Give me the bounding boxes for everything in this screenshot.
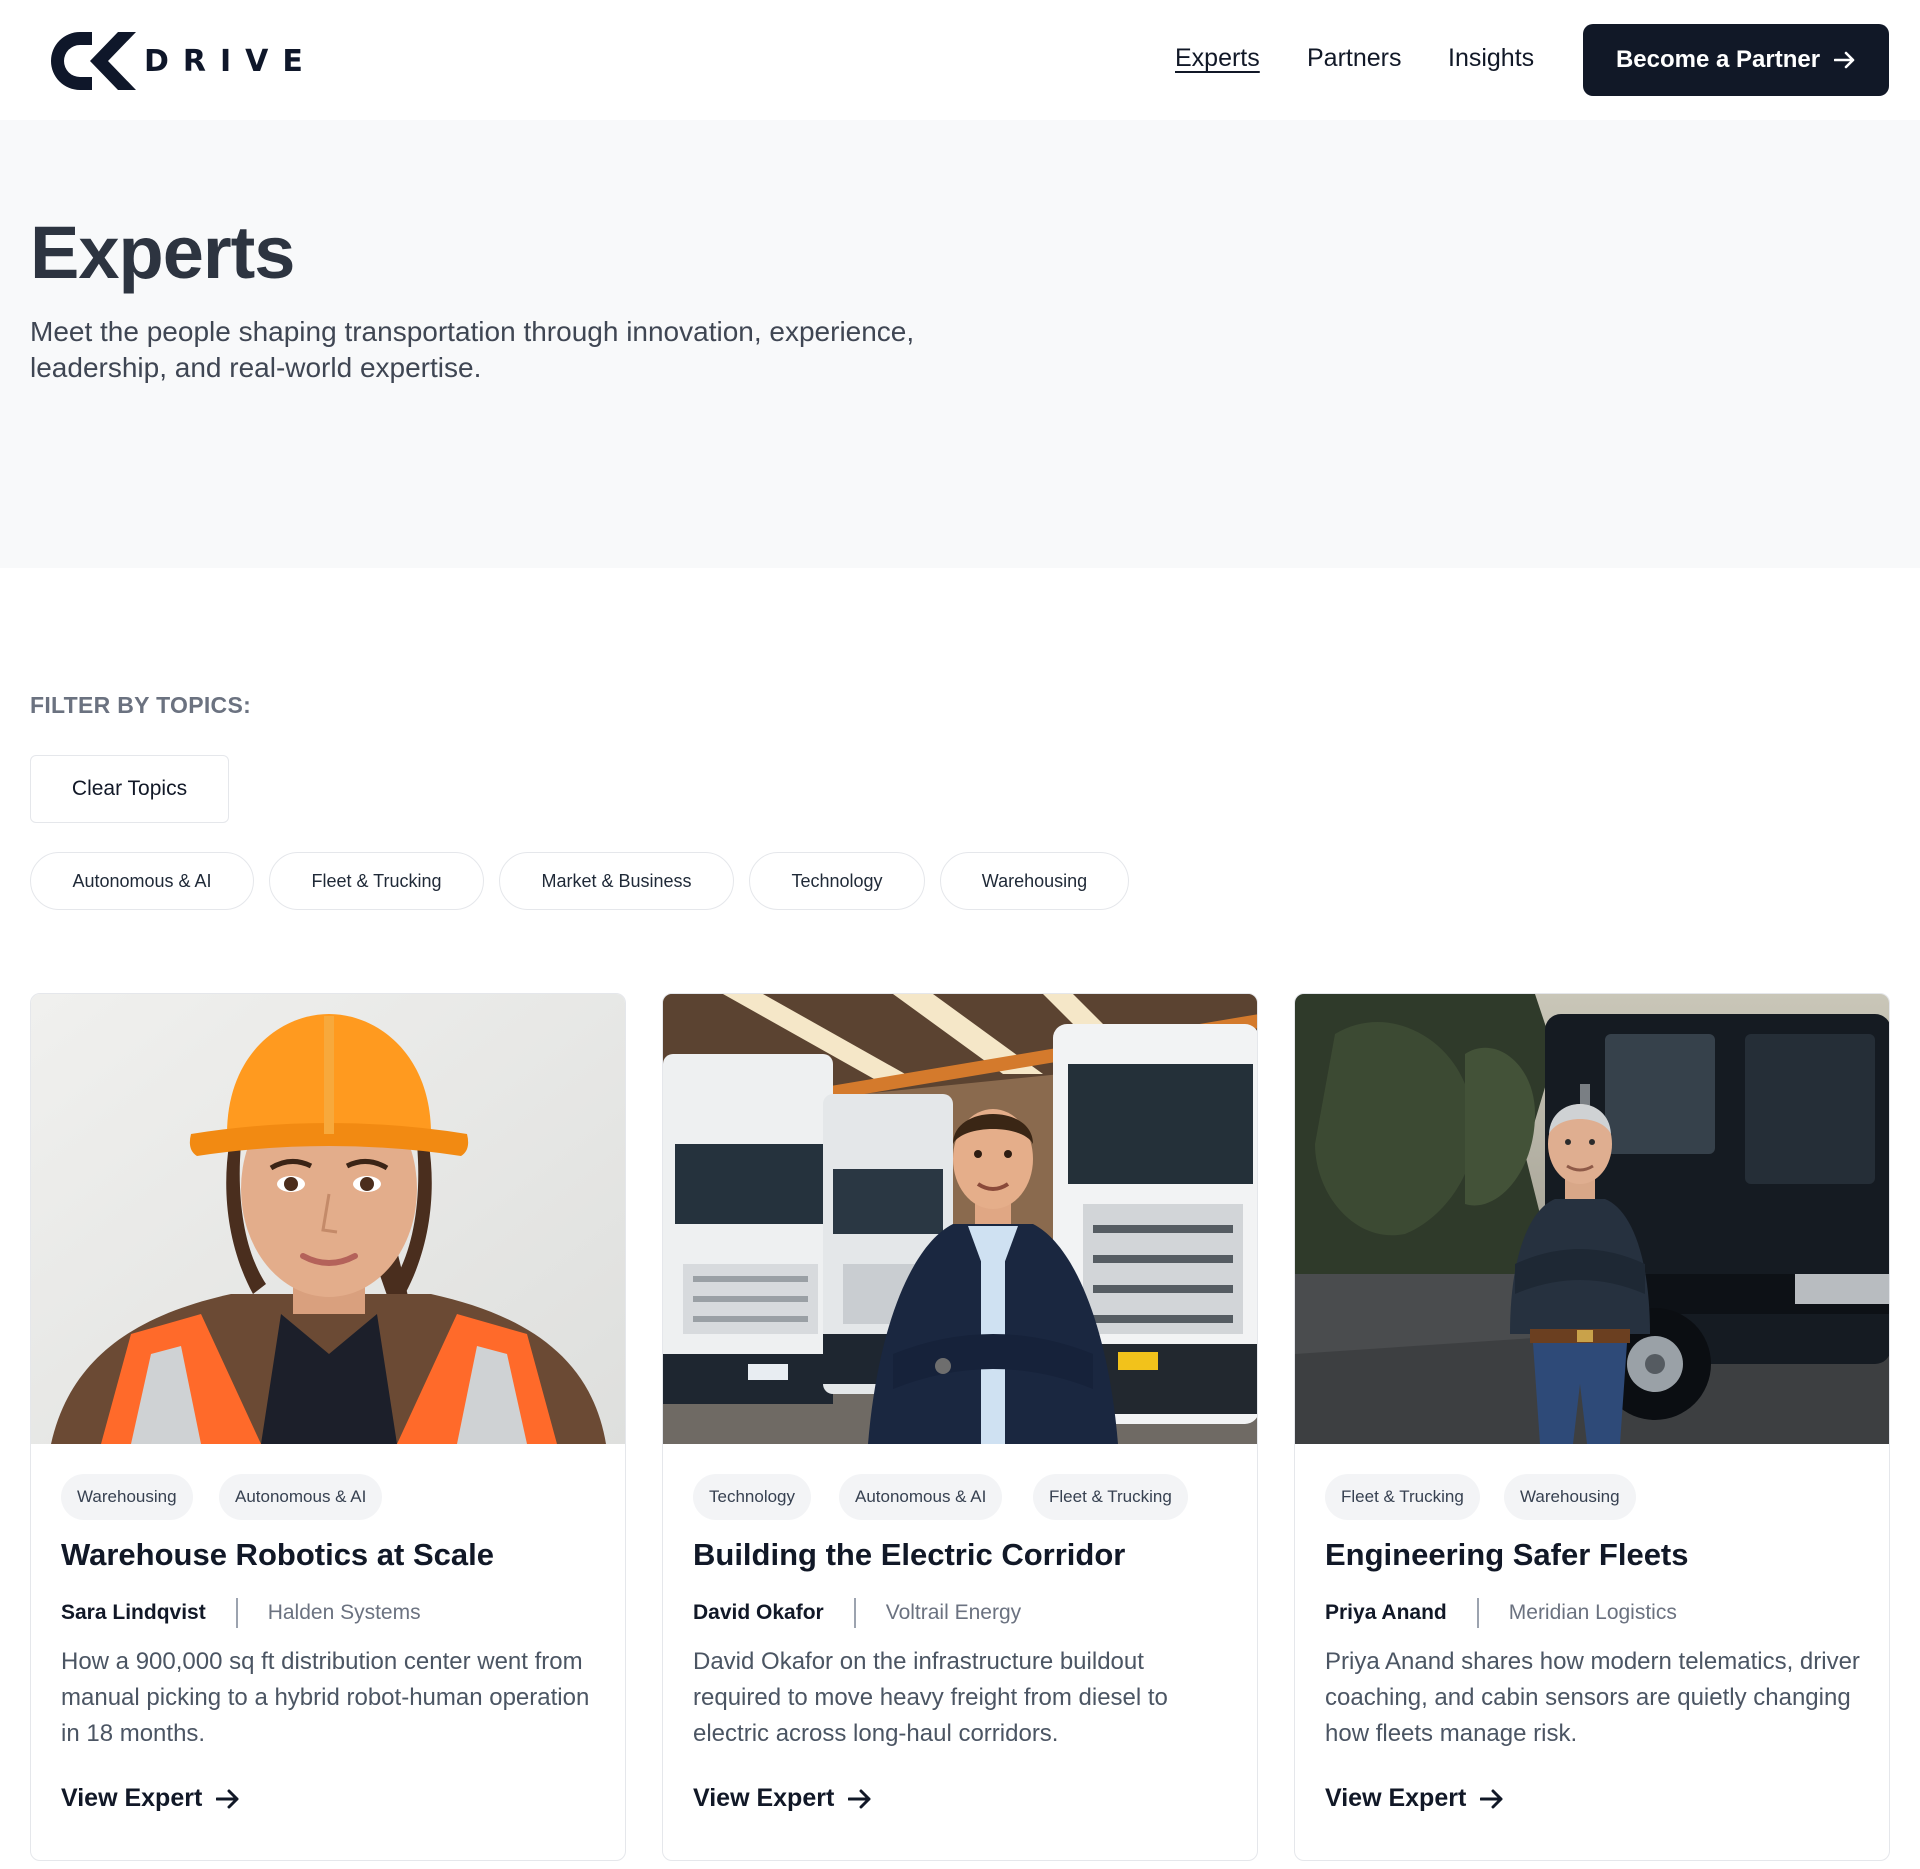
card-meta: Sara Lindqvist Halden Systems (61, 1598, 421, 1628)
become-partner-label: Become a Partner (1615, 46, 1821, 73)
topic-chip-fleet-trucking[interactable]: Fleet & Trucking (269, 852, 484, 910)
topic-chip-warehousing[interactable]: Warehousing (940, 852, 1129, 910)
expert-photo-worker-hardhat (31, 994, 625, 1444)
card-description: David Okafor on the infrastructure build… (693, 1648, 1168, 1747)
expert-card[interactable]: Technology Autonomous & AI Fleet & Truck… (662, 993, 1258, 1861)
card-tag: Warehousing (1504, 1474, 1636, 1520)
card-tag: Fleet & Trucking (1325, 1474, 1480, 1520)
card-tag: Warehousing (61, 1474, 193, 1520)
card-title: Warehouse Robotics at Scale (61, 1537, 494, 1572)
topic-chip-autonomous-ai[interactable]: Autonomous & AI (30, 852, 254, 910)
expert-name: David Okafor (693, 1601, 824, 1624)
card-description: Priya Anand shares how modern telematics… (1325, 1648, 1860, 1747)
nav-link-partners[interactable]: Partners (1307, 44, 1401, 73)
card-meta: David Okafor Voltrail Energy (693, 1598, 1021, 1628)
logo-mark-icon (51, 32, 136, 90)
logo-wordmark: DRIVE (144, 43, 317, 79)
meta-divider (853, 1598, 856, 1628)
hero-section: Experts Meet the people shaping transpor… (0, 120, 1920, 568)
arrow-right-icon (1480, 1789, 1503, 1808)
clear-topics-button[interactable]: Clear Topics (30, 755, 229, 823)
expert-photo-trucks-depot (663, 994, 1257, 1444)
view-expert-label: View Expert (1325, 1784, 1467, 1812)
topic-chip-technology[interactable]: Technology (749, 852, 925, 910)
expert-company: Voltrail Energy (885, 1601, 1022, 1624)
card-meta: Priya Anand Meridian Logistics (1325, 1598, 1677, 1628)
view-expert-link[interactable]: View Expert (61, 1784, 240, 1813)
become-partner-button[interactable]: Become a Partner (1583, 24, 1889, 96)
card-tag: Fleet & Trucking (1033, 1474, 1188, 1520)
view-expert-link[interactable]: View Expert (1325, 1784, 1504, 1813)
card-title: Building the Electric Corridor (693, 1537, 1126, 1572)
expert-company: Meridian Logistics (1508, 1601, 1677, 1624)
view-expert-label: View Expert (693, 1784, 835, 1812)
expert-photo-truck-outdoor (1295, 994, 1889, 1444)
card-description: How a 900,000 sq ft distribution center … (61, 1648, 590, 1747)
card-tag: Autonomous & AI (839, 1474, 1003, 1520)
nav-link-insights[interactable]: Insights (1448, 44, 1534, 73)
view-expert-label: View Expert (61, 1784, 203, 1812)
expert-card[interactable]: Fleet & Trucking Warehousing Engineering… (1294, 993, 1890, 1861)
arrow-right-icon (216, 1789, 239, 1808)
card-tag: Autonomous & AI (219, 1474, 383, 1520)
topic-chip-market-business[interactable]: Market & Business (499, 852, 734, 910)
card-tag: Technology (693, 1474, 812, 1520)
arrow-right-icon (848, 1789, 871, 1808)
nav-link-experts[interactable]: Experts (1175, 44, 1260, 73)
expert-name: Sara Lindqvist (61, 1601, 206, 1624)
expert-card[interactable]: Warehousing Autonomous & AI Warehouse Ro… (30, 993, 626, 1861)
page-subtitle: Meet the people shaping transportation t… (30, 316, 915, 383)
card-title: Engineering Safer Fleets (1325, 1537, 1689, 1572)
expert-photo (1295, 994, 1889, 1444)
expert-photo (663, 994, 1257, 1444)
arrow-right-icon (1834, 51, 1855, 69)
expert-name: Priya Anand (1325, 1601, 1447, 1624)
expert-photo (31, 994, 625, 1444)
meta-divider (235, 1598, 238, 1628)
page-title: Experts (30, 211, 295, 294)
meta-divider (1476, 1598, 1479, 1628)
filter-label: FILTER BY TOPICS: (30, 692, 252, 718)
view-expert-link[interactable]: View Expert (693, 1784, 872, 1813)
expert-company: Halden Systems (267, 1601, 421, 1624)
brand-logo[interactable]: DRIVE (40, 26, 320, 96)
site-header: DRIVE Experts Partners Insights Become a… (0, 0, 1920, 120)
